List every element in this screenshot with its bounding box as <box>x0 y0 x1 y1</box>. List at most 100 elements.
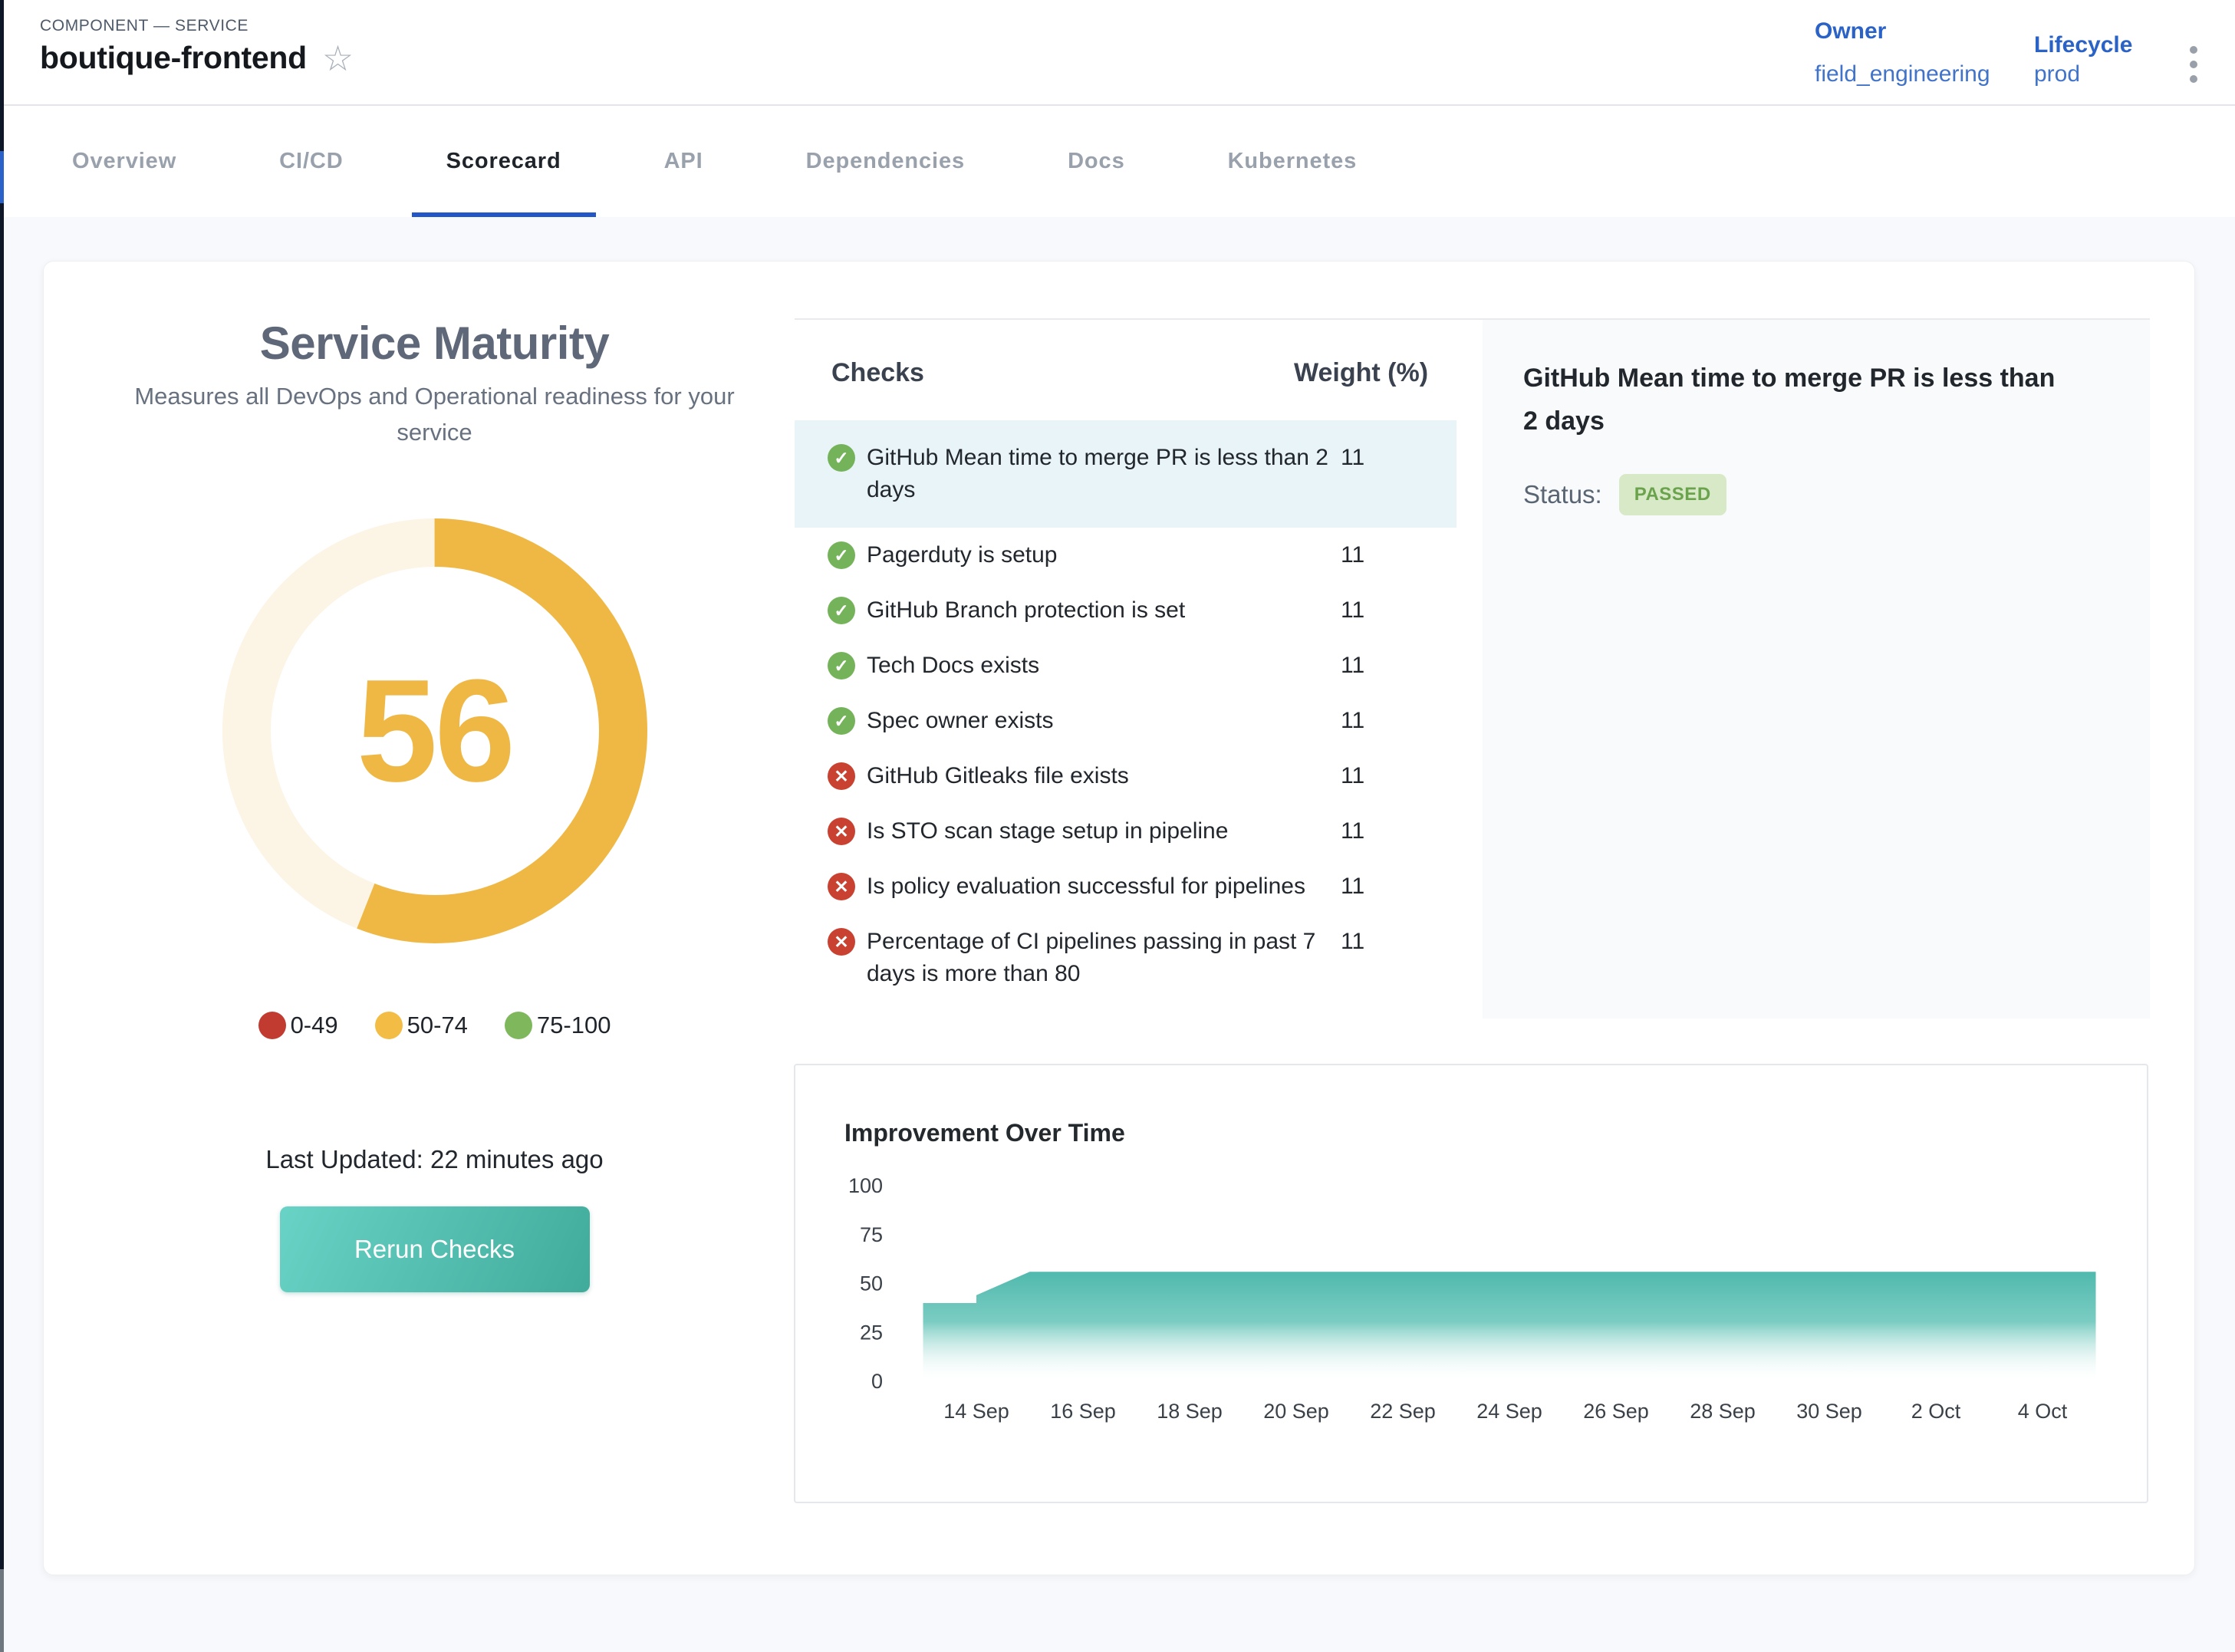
legend-dot-icon <box>505 1012 532 1039</box>
scorecard-card: Service Maturity Measures all DevOps and… <box>43 261 2195 1575</box>
x-axis-tick-label: 14 Sep <box>943 1400 1009 1423</box>
legend-label: 75-100 <box>537 1012 611 1039</box>
tab-bar: Overview CI/CD Scorecard API Dependencies Doc… <box>4 106 2235 217</box>
check-row[interactable]: ✕ Is policy evaluation successful for pip… <box>795 859 1457 914</box>
x-axis-tick-label: 2 Oct <box>1911 1400 1961 1423</box>
last-updated-text: Last Updated: 22 minutes ago <box>59 1145 810 1174</box>
check-passed-icon: ✓ <box>828 444 855 472</box>
check-row[interactable]: ✓ Tech Docs exists11 <box>795 638 1457 693</box>
check-weight: 11 <box>1341 650 1364 682</box>
check-weight: 11 <box>1341 760 1364 792</box>
check-row[interactable]: ✕ GitHub Gitleaks file exists11 <box>795 749 1457 804</box>
tab-kubernetes[interactable]: Kubernetes <box>1228 106 1358 217</box>
sidebar-footer-edge <box>0 1569 4 1652</box>
check-passed-icon: ✓ <box>828 597 855 624</box>
favorite-star-icon[interactable]: ☆ <box>322 41 354 76</box>
x-axis-tick-label: 30 Sep <box>1796 1400 1862 1423</box>
tab-ci-cd[interactable]: CI/CD <box>279 106 343 217</box>
check-row[interactable]: ✕ Is STO scan stage setup in pipeline11 <box>795 804 1457 859</box>
scorecard-title: Service Maturity <box>59 317 810 370</box>
tab-dependencies[interactable]: Dependencies <box>806 106 965 217</box>
improvement-area-chart: 0 25 50 75 100 14 Sep 16 Sep 18 Sep 20 Sep 22 Sep… <box>795 1065 2147 1502</box>
check-weight: 11 <box>1341 926 1364 958</box>
check-label: Is STO scan stage setup in pipeline <box>867 815 1336 847</box>
check-label: Spec owner exists <box>867 705 1336 737</box>
legend-label: 50-74 <box>407 1012 468 1039</box>
y-axis-tick-label: 25 <box>860 1321 883 1344</box>
legend-item: 50-74 <box>375 1012 468 1039</box>
x-axis-tick-label: 18 Sep <box>1157 1400 1223 1423</box>
checks-section: Checks Weight (%) ✓ GitHub Mean time to m… <box>795 318 2150 1019</box>
check-weight: 11 <box>1341 870 1364 903</box>
check-failed-icon: ✕ <box>828 873 855 900</box>
check-passed-icon: ✓ <box>828 707 855 735</box>
check-passed-icon: ✓ <box>828 652 855 680</box>
check-label: Percentage of CI pipelines passing in pa… <box>867 926 1336 990</box>
legend-label: 0-49 <box>291 1012 338 1039</box>
check-label: GitHub Mean time to merge PR is less tha… <box>867 442 1336 506</box>
check-row[interactable]: ✓ Spec owner exists11 <box>795 693 1457 749</box>
weight-column-header: Weight (%) <box>1294 358 1428 388</box>
x-axis-tick-label: 20 Sep <box>1263 1400 1329 1423</box>
lifecycle-value: prod <box>2034 61 2080 87</box>
legend-dot-icon <box>258 1012 286 1039</box>
improvement-chart-card: Improvement Over Time 025507510014 Sep16… <box>794 1064 2148 1503</box>
tab-docs[interactable]: Docs <box>1068 106 1125 217</box>
check-label: Tech Docs exists <box>867 650 1336 682</box>
page-title: boutique-frontend <box>40 40 307 76</box>
y-axis-tick-label: 75 <box>860 1223 883 1246</box>
check-detail-title: GitHub Mean time to merge PR is less tha… <box>1523 357 2060 443</box>
rerun-checks-button[interactable]: Rerun Checks <box>280 1206 590 1292</box>
collapsed-sidebar-edge <box>0 0 4 1652</box>
y-axis-tick-label: 100 <box>848 1174 883 1197</box>
tab-api[interactable]: API <box>664 106 703 217</box>
legend-item: 75-100 <box>505 1012 611 1039</box>
checks-list: Checks Weight (%) ✓ GitHub Mean time to m… <box>795 320 1483 1019</box>
check-label: GitHub Gitleaks file exists <box>867 760 1336 792</box>
tab-scorecard[interactable]: Scorecard <box>446 106 561 217</box>
check-label: GitHub Branch protection is set <box>867 594 1336 627</box>
check-failed-icon: ✕ <box>828 762 855 790</box>
breadcrumb: COMPONENT — SERVICE <box>40 17 249 35</box>
legend-dot-icon <box>375 1012 403 1039</box>
check-detail-panel: GitHub Mean time to merge PR is less tha… <box>1483 320 2150 1019</box>
score-donut: 56 <box>220 516 650 946</box>
y-axis-tick-label: 0 <box>871 1370 883 1393</box>
status-label: Status: <box>1523 480 1602 509</box>
check-weight: 11 <box>1341 705 1364 737</box>
check-row[interactable]: ✕ Percentage of CI pipelines passing in p… <box>795 914 1457 1002</box>
scorecard-subtitle: Measures all DevOps and Operational read… <box>97 378 772 450</box>
x-axis-tick-label: 26 Sep <box>1583 1400 1649 1423</box>
check-row[interactable]: ✓Pagerduty is setup11 <box>795 528 1457 583</box>
x-axis-tick-label: 4 Oct <box>2018 1400 2068 1423</box>
checks-list-header: Checks Weight (%) <box>795 320 1483 420</box>
kebab-menu-icon[interactable] <box>2187 43 2200 86</box>
x-axis-tick-label: 28 Sep <box>1690 1400 1756 1423</box>
owner-label: Owner <box>1815 18 1886 44</box>
x-axis-tick-label: 24 Sep <box>1476 1400 1542 1423</box>
check-weight: 11 <box>1341 442 1364 474</box>
check-weight: 11 <box>1341 539 1364 571</box>
check-row[interactable]: ✓ GitHub Mean time to merge PR is less th… <box>795 420 1457 528</box>
score-area-series <box>923 1272 2096 1381</box>
x-axis-tick-label: 16 Sep <box>1050 1400 1116 1423</box>
check-label: Is policy evaluation successful for pipe… <box>867 870 1336 903</box>
maturity-summary: Service Maturity Measures all DevOps and… <box>59 262 810 1575</box>
check-row[interactable]: ✓ GitHub Branch protection is set11 <box>795 583 1457 638</box>
check-weight: 11 <box>1341 594 1364 627</box>
score-legend: 0-49 50-74 75-100 <box>59 1012 810 1039</box>
entity-header: COMPONENT — SERVICE boutique-frontend ☆ … <box>4 0 2235 106</box>
check-failed-icon: ✕ <box>828 928 855 956</box>
checks-column-header: Checks <box>831 358 924 388</box>
check-failed-icon: ✕ <box>828 818 855 845</box>
lifecycle-label: Lifecycle <box>2034 32 2132 58</box>
x-axis-tick-label: 22 Sep <box>1370 1400 1436 1423</box>
check-label: Pagerduty is setup <box>867 539 1336 571</box>
status-badge: PASSED <box>1619 474 1726 515</box>
legend-item: 0-49 <box>258 1012 338 1039</box>
owner-link[interactable]: field_engineering <box>1815 61 1990 87</box>
check-weight: 11 <box>1341 815 1364 847</box>
score-value: 56 <box>220 516 650 946</box>
y-axis-tick-label: 50 <box>860 1272 883 1295</box>
tab-overview[interactable]: Overview <box>72 106 176 217</box>
